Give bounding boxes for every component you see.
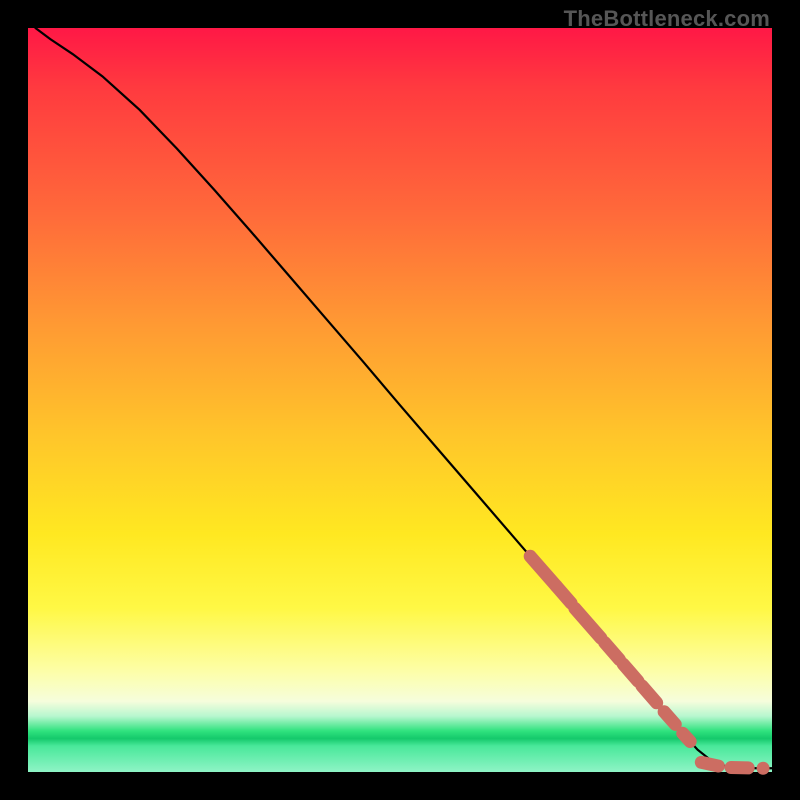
data-marker [683, 733, 690, 741]
data-marker [664, 712, 675, 725]
curve-line [35, 28, 772, 768]
chart-overlay [28, 28, 772, 772]
data-marker [642, 686, 657, 703]
watermark: TheBottleneck.com [564, 6, 770, 32]
markers-group [530, 556, 769, 775]
data-marker [605, 643, 620, 660]
data-marker [757, 762, 770, 775]
chart-stage: TheBottleneck.com [0, 0, 800, 800]
data-marker [575, 608, 601, 638]
data-marker [701, 762, 718, 766]
data-marker [623, 664, 638, 681]
data-marker [556, 586, 571, 603]
